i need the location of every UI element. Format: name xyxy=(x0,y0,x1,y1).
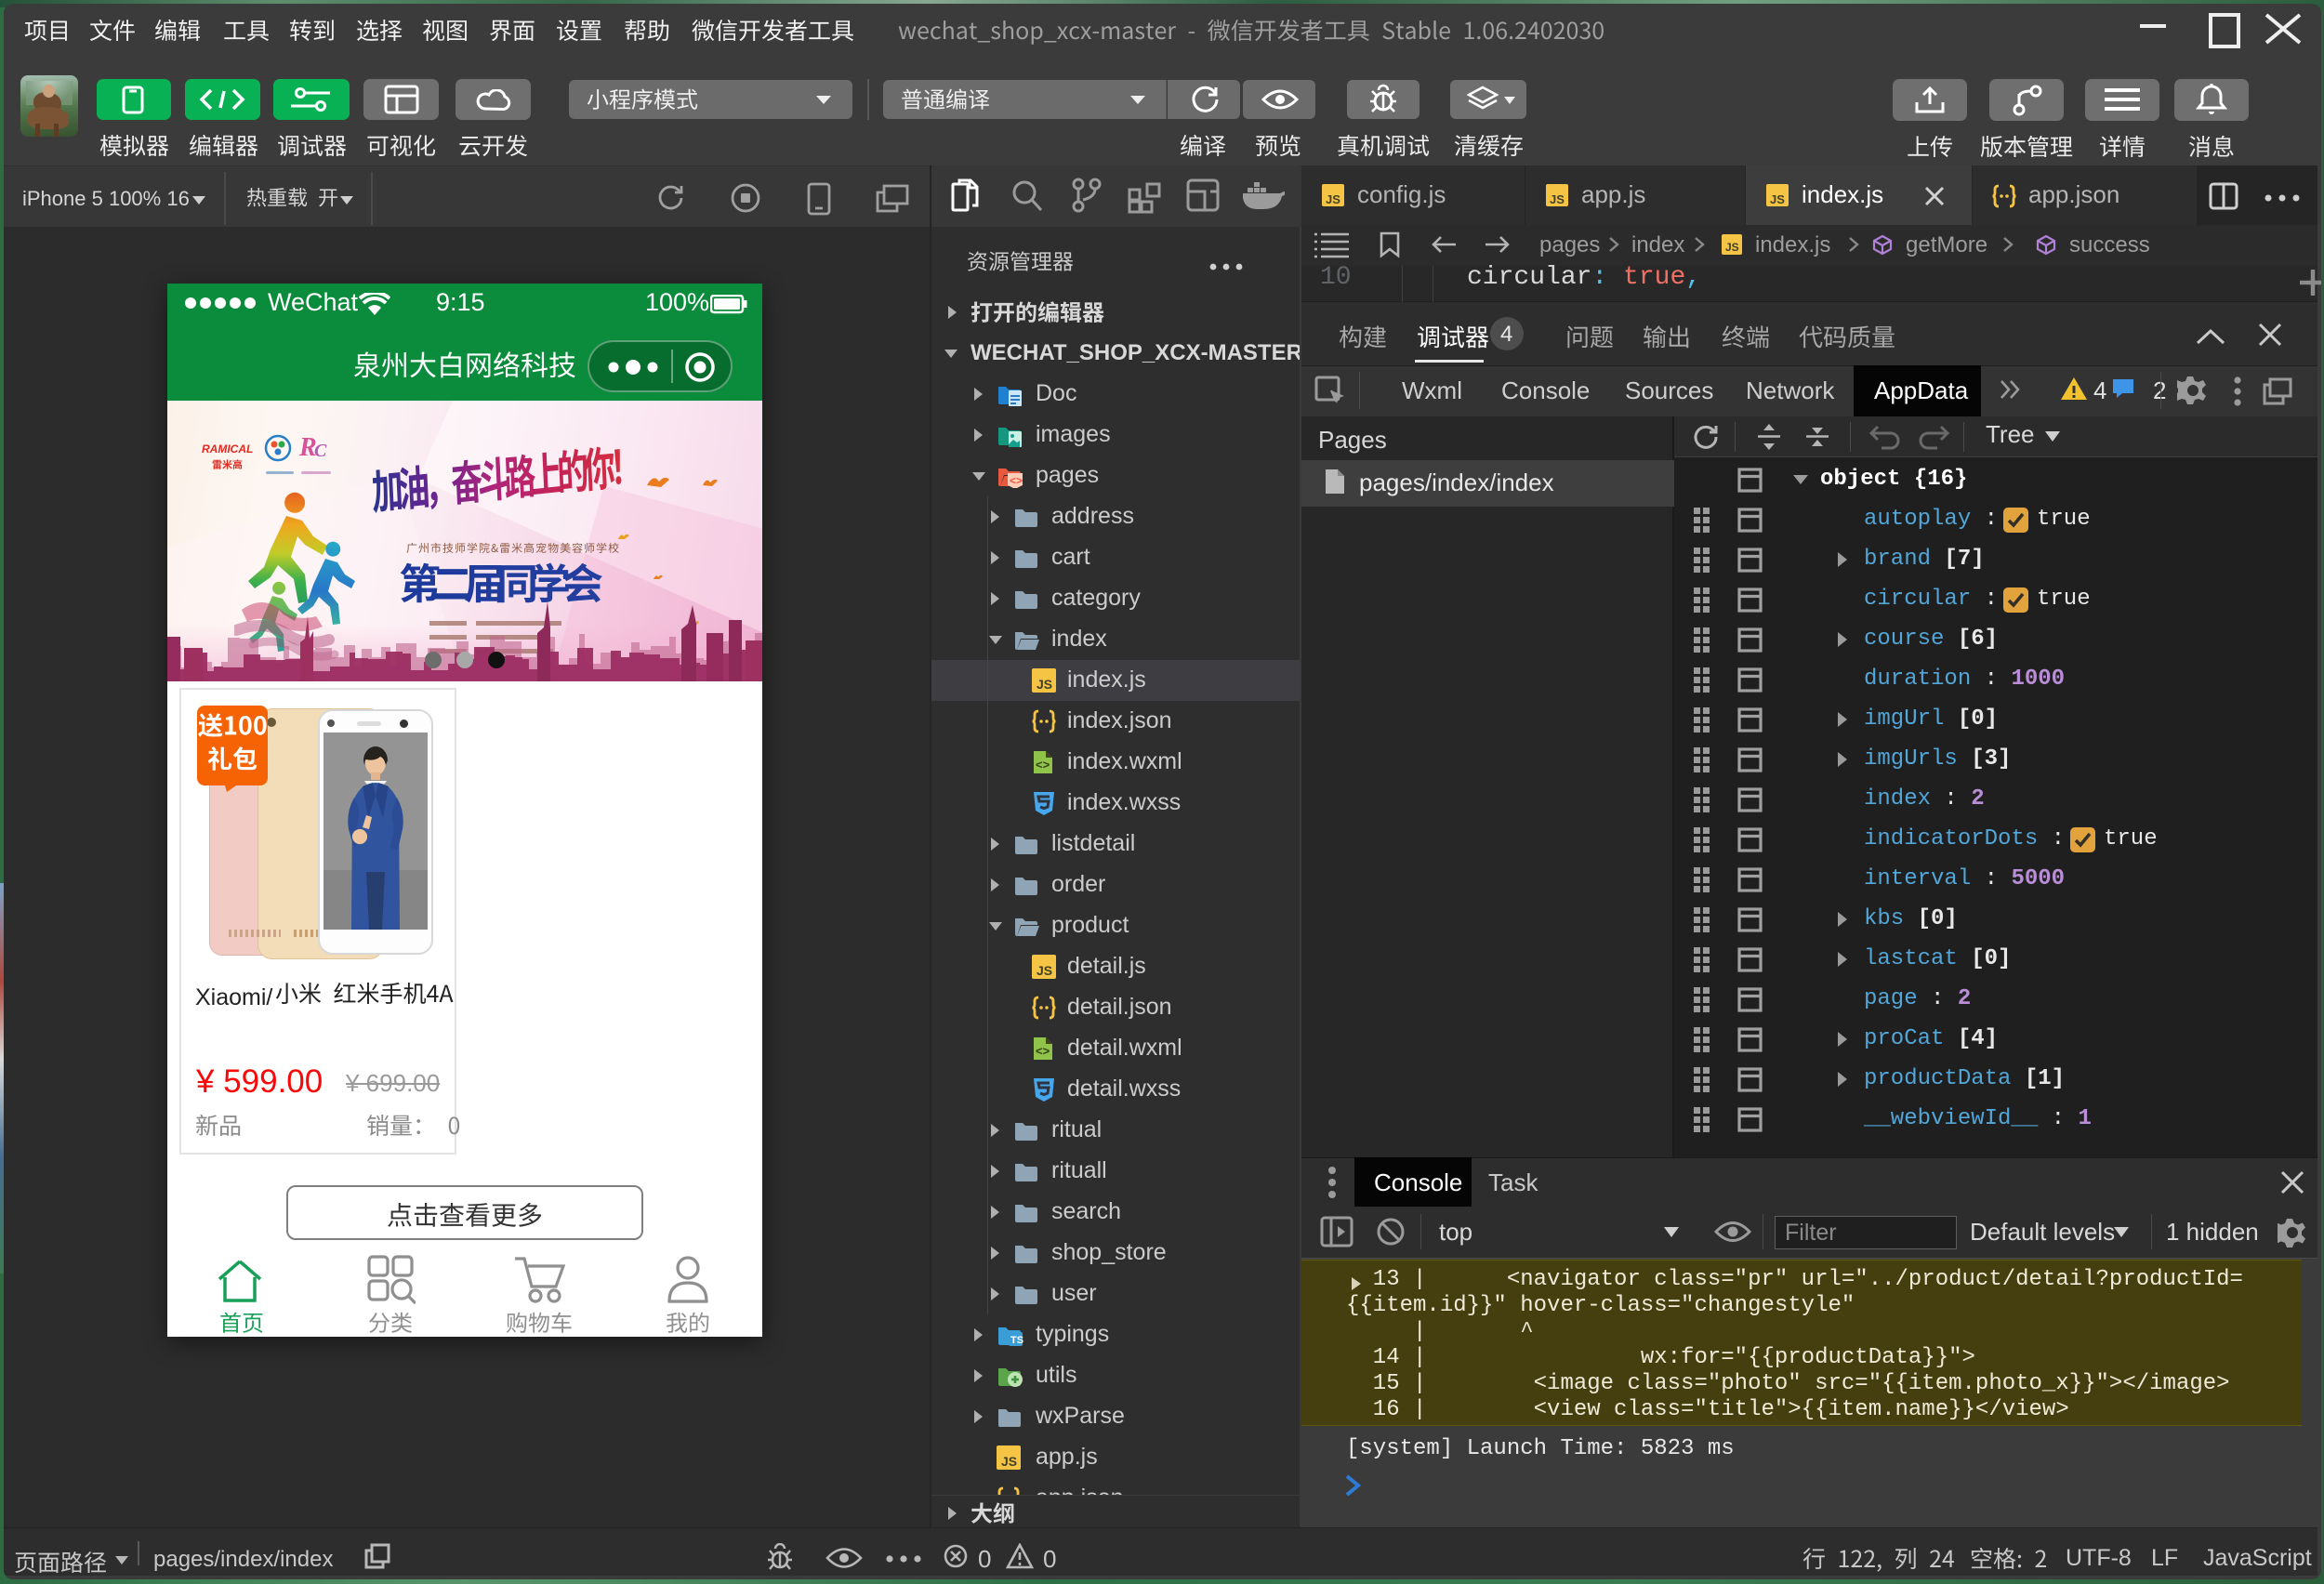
svg-text:<>: <> xyxy=(1010,474,1023,487)
svg-text:<>: <> xyxy=(1036,1044,1050,1058)
svg-text:<>: <> xyxy=(1036,758,1050,772)
svg-text:TS: TS xyxy=(1010,1335,1023,1346)
